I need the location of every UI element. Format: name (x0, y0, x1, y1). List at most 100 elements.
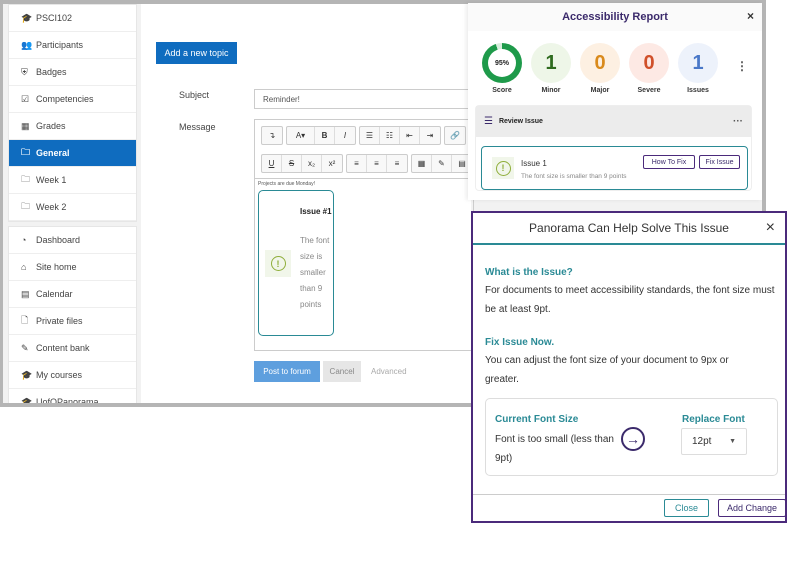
bullet-list-icon[interactable]: ☰ (360, 127, 380, 144)
review-header: ☰ Review Issue ··· (476, 106, 751, 137)
issue-tooltip: ! Issue #1 The font size is smaller than… (258, 190, 334, 336)
arrow-right-icon: → (621, 427, 645, 451)
sidebar-item-week-2[interactable]: 🗀 Week 2 (9, 194, 136, 221)
post-to-forum-button[interactable]: Post to forum (254, 361, 320, 382)
underline-icon[interactable]: U (262, 155, 282, 172)
sidebar-item-competencies[interactable]: ☑ Competencies (9, 86, 136, 113)
sidebar-item-label: Competencies (36, 94, 94, 104)
sidebar-item-uofopanorama[interactable]: 🎓 UofOPanorama (9, 389, 136, 407)
sidebar-item-calendar[interactable]: ▤ Calendar (9, 281, 136, 308)
sidebar-item-label: Content bank (36, 343, 90, 353)
numbered-list-icon: ☰ (484, 116, 493, 127)
score-ring: 95% (482, 43, 522, 83)
issue-tooltip-desc: The font size is smaller than 9 points (300, 236, 330, 309)
issue-title: Issue 1 (521, 159, 547, 168)
replace-font-heading: Replace Font (682, 414, 745, 425)
sidebar-item-private-files[interactable]: 🗋 Private files (9, 308, 136, 335)
replace-font-select[interactable]: 12pt ▼ (681, 428, 747, 455)
fix-issue-button[interactable]: Fix Issue (699, 155, 740, 169)
align-right-icon[interactable]: ≡ (387, 155, 407, 172)
subject-input[interactable]: Reminder! (254, 89, 474, 109)
numbered-list-icon[interactable]: ☷ (380, 127, 400, 144)
sidebar-item-label: Participants (36, 40, 84, 50)
sidebar-item-dashboard[interactable]: ◔ Dashboard (9, 227, 136, 254)
warning-badge: ! (265, 250, 291, 277)
add-change-button[interactable]: Add Change (718, 499, 786, 517)
more-horizontal-icon[interactable]: ··· (733, 116, 743, 127)
sidebar-item-label: My courses (36, 370, 83, 380)
close-button[interactable]: Close (664, 499, 709, 517)
accessibility-report-panel: Accessibility Report × 95% Score 1 Minor 0… (468, 3, 762, 200)
score-value: 95% (488, 49, 516, 77)
calendar-icon: ▤ (21, 288, 30, 299)
editor-content[interactable]: Projects are due Monday! (258, 181, 315, 187)
folder-icon: 🗀 (21, 147, 31, 157)
toolbar-toggle-icon[interactable]: ↴ (262, 127, 282, 144)
font-style-icon[interactable]: A▾ (287, 127, 315, 144)
report-stats: 95% Score 1 Minor 0 Major 0 Severe 1 Issues (482, 43, 718, 94)
align-center-icon[interactable]: ≡ (367, 155, 387, 172)
sidebar-item-week-1[interactable]: 🗀 Week 1 (9, 167, 136, 194)
sidebar: 🎓 PSCI102 👥 Participants ⛨ Badges ☑ Competencie… (8, 4, 137, 407)
sidebar-item-participants[interactable]: 👥 Participants (9, 32, 136, 59)
users-icon: 👥 (21, 39, 33, 50)
course-nav: 🎓 PSCI102 👥 Participants ⛨ Badges ☑ Competencie… (8, 4, 137, 222)
more-options-icon[interactable]: ⋮ (736, 59, 748, 73)
graduation-cap-icon: 🎓 (21, 396, 33, 407)
sidebar-item-label: Grades (36, 121, 66, 131)
shield-icon: ⛨ (21, 66, 28, 77)
link-icon[interactable]: 🔗 (445, 127, 465, 144)
what-text: For documents to meet accessibility stan… (485, 285, 775, 315)
subscript-icon[interactable]: x₂ (302, 155, 322, 172)
calculator-icon[interactable]: ▦ (412, 155, 432, 172)
how-to-fix-button[interactable]: How To Fix (643, 155, 695, 169)
stat-value: 0 (629, 43, 669, 83)
close-icon[interactable]: × (766, 219, 775, 237)
sidebar-item-label: Calendar (36, 289, 73, 299)
align-left-icon[interactable]: ≡ (347, 155, 367, 172)
add-topic-button[interactable]: Add a new topic (156, 42, 237, 64)
close-icon[interactable]: × (747, 9, 754, 23)
site-nav: ◔ Dashboard ⌂ Site home ▤ Calendar 🗋 Private fi… (8, 226, 137, 407)
sidebar-item-site-home[interactable]: ⌂ Site home (9, 254, 136, 281)
cancel-button[interactable]: Cancel (323, 361, 361, 382)
dialog-footer-divider (473, 494, 785, 495)
warning-icon: ! (270, 256, 286, 271)
sidebar-item-grades[interactable]: ▦ Grades (9, 113, 136, 140)
sidebar-item-my-courses[interactable]: 🎓 My courses (9, 362, 136, 389)
advanced-link[interactable]: Advanced (371, 367, 407, 376)
checkbox-icon: ☑ (21, 93, 30, 104)
folder-icon: 🗀 (21, 174, 31, 184)
issue-description: The font size is smaller than 9 points (521, 173, 627, 180)
sidebar-item-label: General (36, 148, 70, 158)
dialog-title: Panorama Can Help Solve This Issue (529, 221, 729, 235)
indent-icon[interactable]: ⇥ (420, 127, 440, 144)
bold-icon[interactable]: B (315, 127, 335, 144)
sidebar-item-psci102[interactable]: 🎓 PSCI102 (9, 5, 136, 32)
superscript-icon[interactable]: x² (322, 155, 342, 172)
message-label: Message (179, 122, 216, 132)
fix-heading: Fix Issue Now. (485, 337, 555, 348)
sidebar-item-label: Week 2 (36, 202, 67, 212)
stat-issues: 1 Issues (678, 43, 718, 94)
current-font-heading: Current Font Size (495, 414, 579, 425)
edit-icon[interactable]: ✎ (432, 155, 452, 172)
dialog-header: Panorama Can Help Solve This Issue × (473, 213, 785, 245)
strikethrough-icon[interactable]: S (282, 155, 302, 172)
message-editor[interactable]: ↴ A▾ B I ☰ ☷ ⇤ ⇥ 🔗 U Sx₂ x² ≡ ≡ ≡ ▦ ✎ ▤ Projects ar… (254, 119, 475, 351)
forum-post-form: Add a new topic Subject Message Reminder… (141, 4, 475, 403)
editor-toolbar-row-1: ↴ A▾ B I ☰ ☷ ⇤ ⇥ 🔗 (261, 126, 466, 145)
graduation-cap-icon: 🎓 (21, 12, 33, 23)
sidebar-item-label: Private files (36, 316, 83, 326)
outdent-icon[interactable]: ⇤ (400, 127, 420, 144)
file-icon: 🗋 (21, 315, 29, 325)
stat-minor: 1 Minor (531, 43, 571, 94)
stat-value: 1 (678, 43, 718, 83)
italic-icon[interactable]: I (335, 127, 355, 144)
sidebar-item-general[interactable]: 🗀 General (9, 140, 136, 167)
sidebar-item-badges[interactable]: ⛨ Badges (9, 59, 136, 86)
sidebar-item-content-bank[interactable]: ✎ Content bank (9, 335, 136, 362)
fix-text: You can adjust the font size of your doc… (485, 355, 729, 385)
issue-card[interactable]: ! Issue 1 The font size is smaller than … (481, 146, 748, 190)
review-issue-section: ☰ Review Issue ··· ! Issue 1 The font si… (475, 105, 752, 191)
